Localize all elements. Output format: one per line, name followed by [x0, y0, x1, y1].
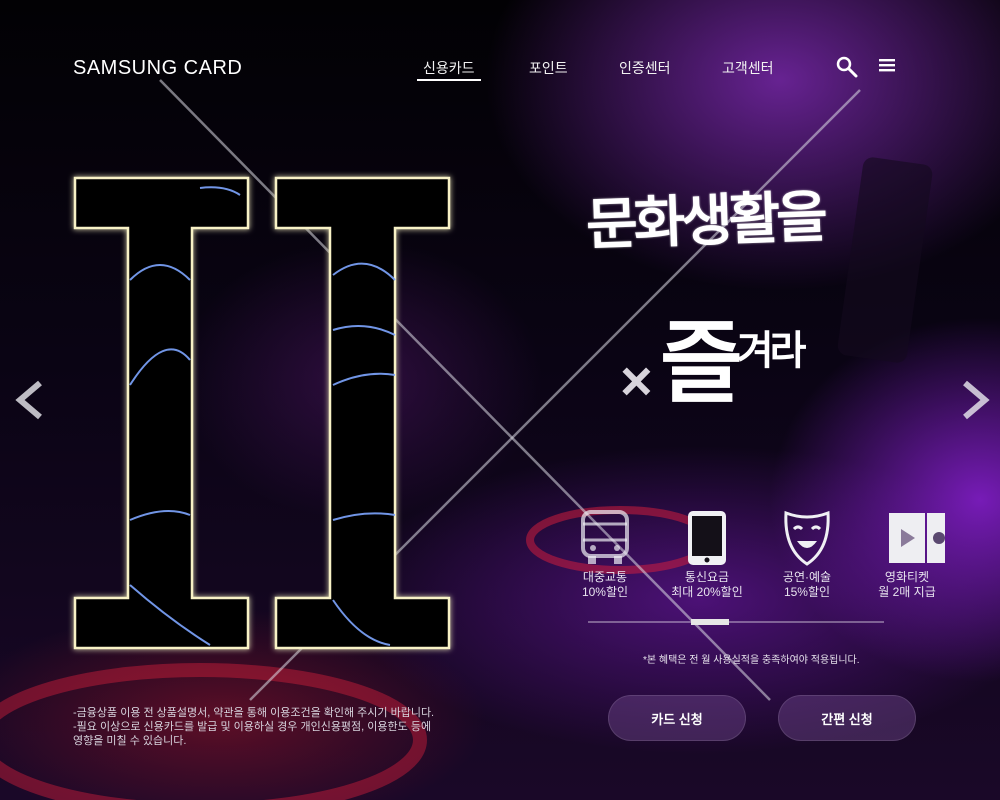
search-icon[interactable]: [836, 56, 858, 83]
headline-line-2-small: 겨라: [736, 328, 807, 374]
benefit-item[interactable]: 통신요금 최대 20%할인: [652, 506, 762, 600]
card-apply-button[interactable]: 카드 신청: [608, 695, 746, 741]
nav-auth-center[interactable]: 인증센터: [619, 58, 671, 78]
nav-credit-card[interactable]: 신용카드: [417, 58, 481, 81]
benefit-detail: 최대 20%할인: [671, 585, 743, 599]
film-ticket-icon: [852, 506, 962, 570]
carousel-prev-arrow-icon[interactable]: [10, 380, 50, 420]
carousel-progress-indicator[interactable]: [691, 619, 729, 625]
benefit-detail: 10%할인: [581, 585, 629, 599]
tablet-icon: [652, 506, 762, 570]
hero-background: [0, 0, 1000, 800]
disclaimer-line: 영향을 미칠 수 있습니다.: [73, 735, 187, 747]
benefit-detail: 월 2매 지급: [878, 585, 936, 599]
headline-x-mark: ×: [620, 349, 653, 412]
legal-disclaimer: -금융상품 이용 전 상품설명서, 약관을 통해 이용조건을 확인해 주시기 바…: [73, 706, 434, 748]
benefit-title: 통신요금: [684, 570, 730, 584]
benefit-item[interactable]: 영화티켓 월 2매 지급: [852, 506, 962, 600]
benefit-title: 영화티켓: [884, 570, 930, 584]
benefit-title: 공연·예술: [782, 570, 832, 584]
brand-logo[interactable]: SAMSUNG CARD: [73, 57, 242, 80]
headline-line-2: 즐겨라: [660, 290, 807, 420]
benefit-item[interactable]: 공연·예술 15%할인: [752, 506, 862, 600]
benefit-title: 대중교통: [582, 570, 628, 584]
site-header: SAMSUNG CARD 신용카드 포인트 인증센터 고객센터: [0, 0, 1000, 120]
theater-mask-icon: [752, 506, 862, 570]
easy-apply-button[interactable]: 간편 신청: [778, 695, 916, 741]
nav-points[interactable]: 포인트: [529, 58, 568, 78]
headline-line-1: 문화생활을: [585, 184, 825, 259]
carousel-next-arrow-icon[interactable]: [955, 380, 995, 420]
disclaimer-line: -금융상품 이용 전 상품설명서, 약관을 통해 이용조건을 확인해 주시기 바…: [73, 707, 435, 719]
benefit-item[interactable]: 대중교통 10%할인: [550, 506, 660, 600]
disclaimer-line: -필요 이상으로 신용카드를 발급 및 이용하실 경우 개인신용평점, 이용한도…: [73, 721, 432, 733]
headline-line-2-big: 즐: [660, 311, 743, 416]
carousel-progress[interactable]: [588, 619, 884, 625]
bus-icon: [550, 506, 660, 570]
benefit-detail: 15%할인: [783, 585, 831, 599]
menu-icon[interactable]: [879, 58, 897, 79]
benefit-note: *본 혜택은 전 월 사용실적을 충족하여야 적용됩니다.: [643, 655, 860, 666]
nav-customer-center[interactable]: 고객센터: [722, 58, 774, 78]
